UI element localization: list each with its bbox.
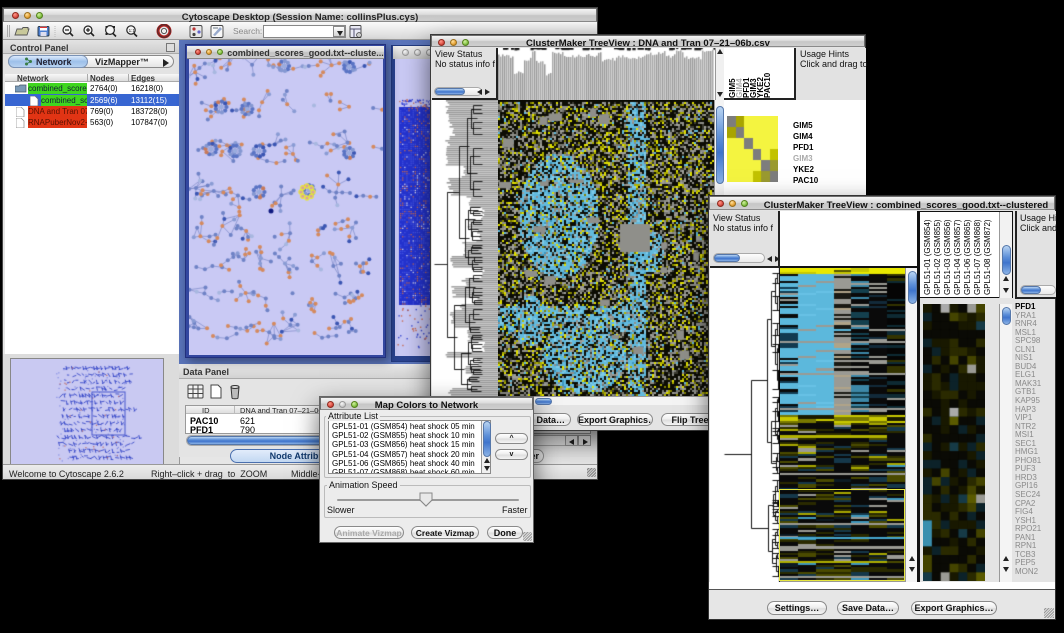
svg-text:1:1: 1:1: [129, 28, 136, 33]
